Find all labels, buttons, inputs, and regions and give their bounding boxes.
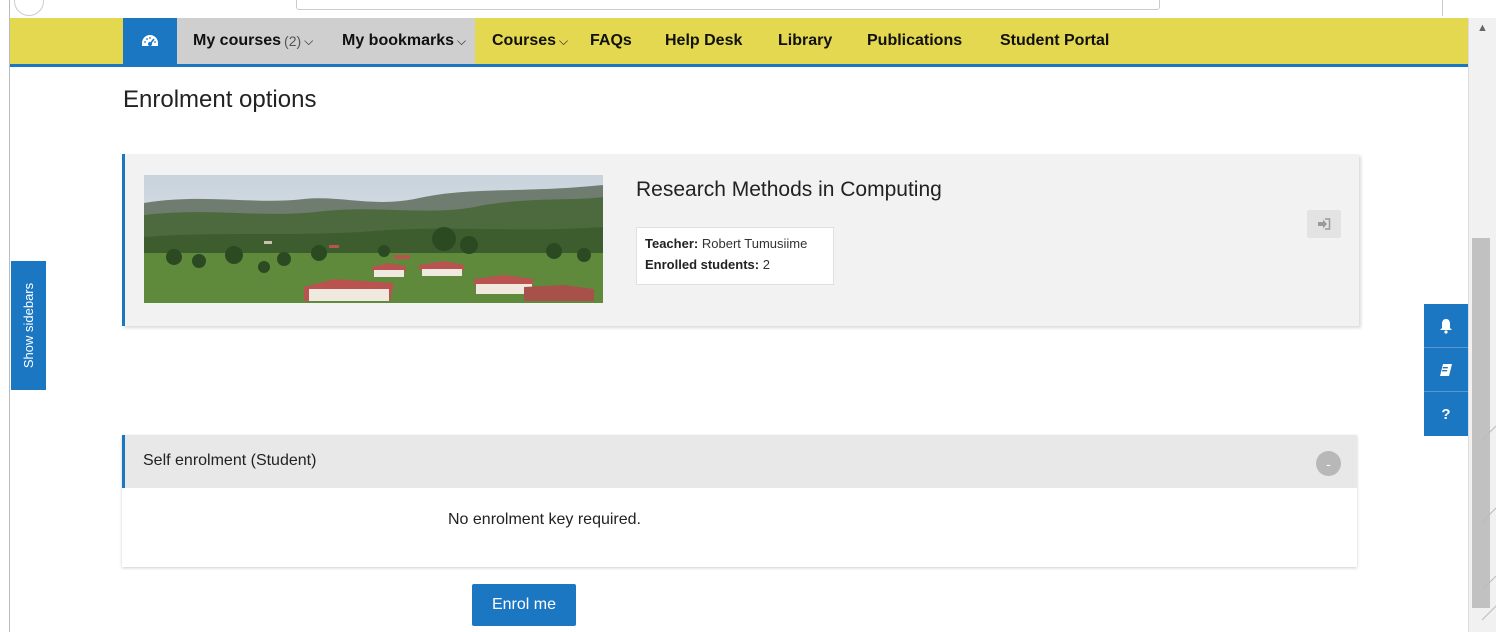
help-icon: ? (1441, 405, 1451, 423)
course-info-box: Teacher: Robert Tumusiime Enrolled stude… (636, 227, 834, 285)
browser-top-strip (0, 0, 1496, 18)
course-name-link[interactable]: Research Methods in Computing (636, 178, 942, 202)
nav-faqs-label: FAQs (590, 32, 632, 49)
course-image[interactable] (144, 175, 603, 303)
show-sidebars-toggle[interactable]: Show sidebars (11, 261, 46, 390)
nav-student-portal[interactable]: Student Portal (1000, 18, 1109, 64)
nav-help-desk-label: Help Desk (665, 32, 743, 49)
scroll-up-icon[interactable]: ▲ (1477, 22, 1488, 34)
nav-my-courses-label: My courses (193, 32, 282, 49)
browser-button[interactable] (14, 0, 44, 16)
chevron-down-icon: ⌵ (457, 33, 467, 48)
enrolled-count: 2 (762, 257, 770, 272)
enrol-me-button[interactable]: Enrol me (472, 584, 576, 626)
bookmarks-button[interactable] (1424, 348, 1468, 392)
page-title: Enrolment options (123, 86, 317, 113)
enrolled-row: Enrolled students: 2 (645, 254, 825, 275)
nav-library[interactable]: Library (778, 18, 832, 64)
nav-courses-label: Courses (492, 32, 557, 49)
help-button[interactable]: ? (1424, 392, 1468, 436)
nav-publications[interactable]: Publications (867, 18, 962, 64)
right-tool-strip: ? (1424, 304, 1468, 436)
teacher-row: Teacher: Robert Tumusiime (645, 233, 825, 254)
decorative-lines (1482, 425, 1496, 621)
self-enrolment-title: Self enrolment (Student) (143, 452, 317, 469)
self-enrolment-panel: Self enrolment (Student) - No enrolment … (122, 435, 1357, 567)
nav-my-bookmarks-label: My bookmarks (342, 32, 455, 49)
chevron-down-icon: ⌵ (304, 33, 314, 48)
notifications-button[interactable] (1424, 304, 1468, 348)
enrolment-key-message: No enrolment key required. (448, 511, 641, 528)
nav-student-portal-label: Student Portal (1000, 32, 1110, 49)
self-enrolment-header[interactable]: Self enrolment (Student) - (122, 435, 1357, 488)
sign-in-icon (1318, 218, 1331, 230)
chevron-down-icon: ⌵ (559, 33, 569, 48)
collapse-button[interactable]: - (1316, 451, 1341, 476)
enrolled-label: Enrolled students: (645, 257, 760, 272)
bell-icon (1440, 318, 1452, 334)
divider (1442, 0, 1443, 16)
main-navbar: My courses (2) ⌵ My bookmarks ⌵ Courses … (10, 18, 1468, 67)
nav-my-bookmarks[interactable]: My bookmarks ⌵ (326, 18, 475, 64)
nav-faqs[interactable]: FAQs (590, 18, 632, 64)
enrol-entry-button[interactable] (1307, 210, 1341, 238)
nav-help-desk[interactable]: Help Desk (665, 18, 742, 64)
nav-my-courses[interactable]: My courses (2) ⌵ (177, 18, 326, 64)
dashboard-icon (142, 35, 158, 46)
nav-library-label: Library (778, 32, 833, 49)
show-sidebars-label: Show sidebars (21, 282, 36, 369)
teacher-label: Teacher: (645, 236, 699, 251)
nav-publications-label: Publications (867, 32, 963, 49)
address-bar[interactable] (296, 0, 1160, 10)
dashboard-button[interactable] (123, 18, 177, 64)
window-left-edge (0, 0, 10, 632)
campus-landscape-image (144, 175, 603, 303)
nav-my-courses-count: (2) (284, 33, 302, 49)
book-icon (1440, 363, 1452, 376)
teacher-name-link[interactable]: Robert Tumusiime (702, 236, 807, 251)
nav-courses[interactable]: Courses ⌵ (492, 18, 568, 64)
course-summary-box: Research Methods in Computing Teacher: R… (122, 154, 1359, 326)
